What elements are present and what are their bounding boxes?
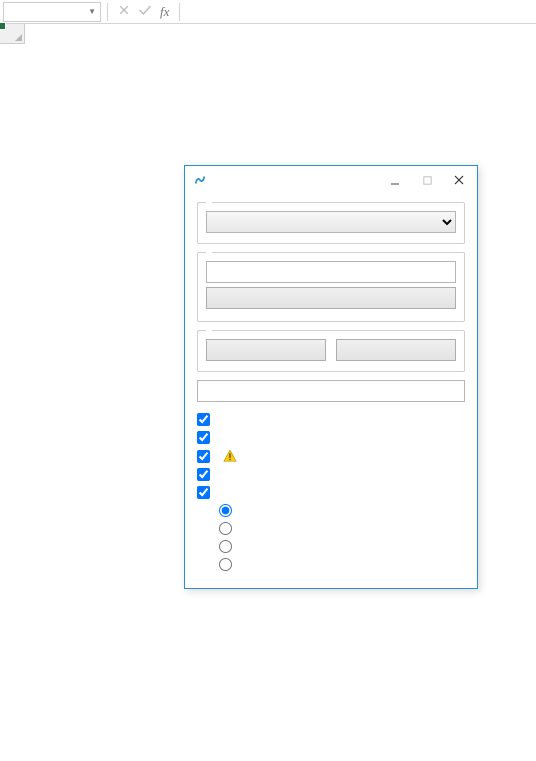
- cb-allow-colors[interactable]: [197, 449, 465, 463]
- convert-group: [197, 330, 465, 372]
- table-caption-input[interactable]: [197, 380, 465, 402]
- rb-high-quality-input[interactable]: [219, 558, 232, 571]
- rb-hline-each[interactable]: [219, 522, 465, 535]
- cb-add-env-input[interactable]: [197, 413, 210, 426]
- cancel-icon: [118, 4, 130, 20]
- close-button[interactable]: [443, 168, 475, 192]
- formula-toolbar: fx: [114, 4, 173, 20]
- chevron-down-icon[interactable]: ▼: [88, 7, 96, 17]
- saving-options-group: [197, 252, 465, 322]
- cb-replace-specials[interactable]: [197, 431, 465, 444]
- cb-use-borders-input[interactable]: [197, 486, 210, 499]
- name-box[interactable]: ▼: [3, 2, 101, 22]
- browse-button[interactable]: [206, 287, 456, 309]
- confirm-icon: [138, 4, 152, 20]
- cb-replace-specials-input[interactable]: [197, 431, 210, 444]
- cb-add-env[interactable]: [197, 413, 465, 426]
- rb-full-border-input[interactable]: [219, 540, 232, 553]
- warning-icon: [223, 449, 237, 463]
- rb-no-hlines-input[interactable]: [219, 504, 232, 517]
- maximize-button[interactable]: [411, 168, 443, 192]
- dialog-titlebar[interactable]: [185, 166, 477, 194]
- rb-no-hlines[interactable]: [219, 504, 465, 517]
- minimize-button[interactable]: [379, 168, 411, 192]
- save-path-input[interactable]: [206, 261, 456, 283]
- copy-clipboard-button[interactable]: [336, 339, 456, 361]
- convert-to-group: [197, 202, 465, 244]
- cb-allow-colors-input[interactable]: [197, 450, 210, 463]
- cb-use-borders[interactable]: [197, 486, 465, 499]
- save-button[interactable]: [206, 339, 326, 361]
- select-all-corner[interactable]: [0, 24, 25, 44]
- rb-hline-each-input[interactable]: [219, 522, 232, 535]
- formula-input[interactable]: [186, 2, 533, 22]
- cb-auto-justify[interactable]: [197, 468, 465, 481]
- rb-high-quality[interactable]: [219, 558, 465, 571]
- convert-to-select[interactable]: [206, 211, 456, 233]
- app-icon: [193, 173, 207, 187]
- cb-auto-justify-input[interactable]: [197, 468, 210, 481]
- fx-icon[interactable]: fx: [160, 4, 169, 20]
- rb-full-border[interactable]: [219, 540, 465, 553]
